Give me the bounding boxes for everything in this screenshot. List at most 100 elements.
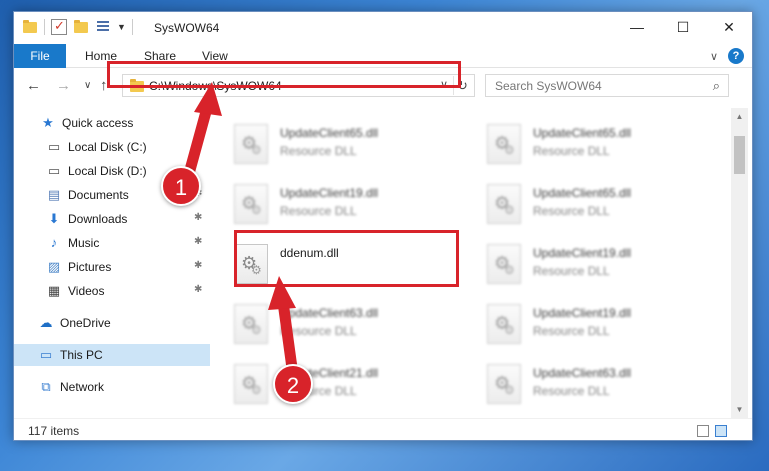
tab-home[interactable]: Home xyxy=(85,44,117,68)
sidebar-item-label: Videos xyxy=(68,284,105,298)
forward-button[interactable]: → xyxy=(56,77,71,94)
file-item[interactable]: UpdateClient65.dll Resource DLL xyxy=(487,122,707,172)
pin-icon[interactable]: ✱ xyxy=(194,236,202,247)
file-name: UpdateClient65.dll xyxy=(280,126,379,140)
file-item[interactable]: UpdateClient65.dll Resource DLL xyxy=(487,182,707,232)
sidebar-item-label: Pictures xyxy=(68,260,112,274)
sidebar-item-quick-access[interactable]: ★ Quick access xyxy=(14,112,210,134)
tab-view[interactable]: View xyxy=(202,44,228,68)
explorer-window: ▼ SysWOW64 — ☐ ✕ File Home Share View ∨ … xyxy=(13,11,753,441)
file-name: UpdateClient65.dll xyxy=(533,186,632,200)
file-item-ddenum[interactable]: ddenum.dll xyxy=(234,242,454,292)
sidebar-item-documents[interactable]: ▤ Documents ✱ xyxy=(14,184,210,206)
file-item[interactable]: UpdateClient63.dll Resource DLL xyxy=(487,362,707,412)
quick-access-toolbar: ▼ xyxy=(22,18,133,35)
properties-icon[interactable] xyxy=(95,19,111,35)
file-type: Resource DLL xyxy=(533,324,610,338)
star-icon: ★ xyxy=(42,115,54,130)
file-item[interactable]: UpdateClient63.dll Resource DLL xyxy=(234,302,454,352)
computer-icon: ▭ xyxy=(39,347,53,362)
customize-toolbar-chevron-icon[interactable]: ▼ xyxy=(117,22,126,32)
file-item[interactable]: UpdateClient65.dll Resource DLL xyxy=(234,122,454,172)
properties-check-icon[interactable] xyxy=(51,18,67,35)
large-icons-view-icon[interactable] xyxy=(715,425,727,437)
file-type: Resource DLL xyxy=(280,324,357,338)
sidebar-item-network[interactable]: ⧉ Network xyxy=(14,376,210,398)
window-title: SysWOW64 xyxy=(154,21,220,35)
folder-icon[interactable] xyxy=(22,19,38,35)
dll-file-icon xyxy=(234,304,268,344)
address-row: ← → ∨ ↑ C:\Windows\SysWOW64 ∨ ↻ Search S… xyxy=(14,69,752,103)
dll-file-icon xyxy=(487,244,521,284)
sidebar-item-label: Local Disk (D:) xyxy=(68,164,147,178)
details-view-icon[interactable] xyxy=(697,425,709,437)
ribbon-tabs: File Home Share View ∨ ? xyxy=(14,44,752,68)
videos-icon: ▦ xyxy=(47,283,61,298)
close-button[interactable]: ✕ xyxy=(706,12,752,42)
file-item[interactable]: UpdateClient19.dll Resource DLL xyxy=(234,182,454,232)
sidebar-item-onedrive[interactable]: ☁ OneDrive xyxy=(14,312,210,334)
back-button[interactable]: ← xyxy=(26,77,41,94)
maximize-button[interactable]: ☐ xyxy=(660,12,706,42)
file-type: Resource DLL xyxy=(533,264,610,278)
tab-share[interactable]: Share xyxy=(144,44,176,68)
vertical-scrollbar[interactable]: ▲ ▼ xyxy=(731,108,748,418)
sidebar-item-label: Documents xyxy=(68,188,129,202)
dll-file-icon xyxy=(487,364,521,404)
pin-icon[interactable]: ✱ xyxy=(194,212,202,223)
file-list: UpdateClient65.dll Resource DLL UpdateCl… xyxy=(219,108,729,418)
refresh-button[interactable]: ↻ xyxy=(453,76,471,95)
sidebar-item-label: Local Disk (C:) xyxy=(68,140,147,154)
sidebar-item-local-disk-c[interactable]: ▭ Local Disk (C:) xyxy=(14,136,210,158)
sidebar-item-this-pc[interactable]: ▭ This PC xyxy=(14,344,210,366)
dll-file-icon xyxy=(487,304,521,344)
help-icon[interactable]: ? xyxy=(728,48,744,64)
scroll-thumb[interactable] xyxy=(734,136,745,174)
sidebar-item-label: Quick access xyxy=(62,116,134,130)
new-folder-icon[interactable] xyxy=(73,19,89,35)
file-item[interactable]: UpdateClient19.dll Resource DLL xyxy=(487,242,707,292)
recent-locations-chevron-icon[interactable]: ∨ xyxy=(84,80,91,91)
pin-icon[interactable]: ✱ xyxy=(194,188,202,199)
divider xyxy=(131,19,133,35)
address-bar[interactable]: C:\Windows\SysWOW64 ∨ ↻ xyxy=(122,74,475,97)
ribbon-right-controls: ∨ ? xyxy=(710,48,744,64)
sidebar-item-pictures[interactable]: ▨ Pictures ✱ xyxy=(14,256,210,278)
address-dropdown-chevron-icon[interactable]: ∨ xyxy=(440,78,448,91)
pin-icon[interactable]: ✱ xyxy=(194,260,202,271)
file-name: UpdateClient19.dll xyxy=(533,306,632,320)
file-item[interactable]: UpdateClient19.dll Resource DLL xyxy=(487,302,707,352)
file-type: Resource DLL xyxy=(280,384,357,398)
file-type: Resource DLL xyxy=(533,204,610,218)
pin-icon[interactable]: ✱ xyxy=(194,284,202,295)
file-type: Resource DLL xyxy=(533,384,610,398)
search-input[interactable]: Search SysWOW64 ⌕ xyxy=(485,74,729,97)
navigation-pane: ★ Quick access ▭ Local Disk (C:) ▭ Local… xyxy=(14,108,210,418)
file-type: Resource DLL xyxy=(533,144,610,158)
file-name: UpdateClient63.dll xyxy=(280,306,379,320)
minimize-button[interactable]: — xyxy=(614,12,660,42)
file-name: UpdateClient19.dll xyxy=(280,186,379,200)
dll-file-icon xyxy=(234,184,268,224)
tab-file[interactable]: File xyxy=(14,44,66,68)
sidebar-item-downloads[interactable]: ⬇ Downloads ✱ xyxy=(14,208,210,230)
file-name: UpdateClient21.dll xyxy=(280,366,379,380)
expand-ribbon-chevron-icon[interactable]: ∨ xyxy=(710,50,718,63)
up-button[interactable]: ↑ xyxy=(100,77,108,94)
address-path[interactable]: C:\Windows\SysWOW64 xyxy=(149,79,282,93)
file-type: Resource DLL xyxy=(280,204,357,218)
dll-file-icon xyxy=(487,124,521,164)
file-item[interactable]: UpdateClient21.dll Resource DLL xyxy=(234,362,454,412)
sidebar-item-local-disk-d[interactable]: ▭ Local Disk (D:) xyxy=(14,160,210,182)
status-bar: 117 items xyxy=(14,418,752,440)
file-type: Resource DLL xyxy=(280,144,357,158)
drive-icon: ▭ xyxy=(47,163,61,178)
window-controls: — ☐ ✕ xyxy=(614,12,752,42)
dll-file-icon xyxy=(234,124,268,164)
search-icon[interactable]: ⌕ xyxy=(713,78,720,94)
scroll-up-arrow-icon[interactable]: ▲ xyxy=(731,108,748,125)
sidebar-item-videos[interactable]: ▦ Videos ✱ xyxy=(14,280,210,302)
scroll-down-arrow-icon[interactable]: ▼ xyxy=(731,401,748,418)
item-count: 117 items xyxy=(28,424,80,438)
sidebar-item-music[interactable]: ♪ Music ✱ xyxy=(14,232,210,254)
